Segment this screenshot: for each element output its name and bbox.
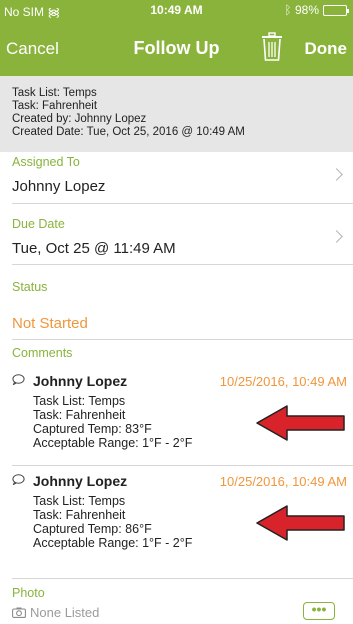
chevron-right-icon — [330, 168, 343, 181]
comment-line: Acceptable Range: 1°F - 2°F — [33, 536, 193, 550]
battery-percent: ᛒ 98% — [284, 3, 319, 17]
comment-body: Task List: Temps Task: Fahrenheit Captur… — [33, 394, 192, 450]
comments-label: Comments — [12, 346, 73, 360]
comment-item: Johnny Lopez 10/25/2016, 10:49 AM Task L… — [0, 366, 353, 464]
more-options-button[interactable]: ••• — [303, 602, 335, 620]
comment-line: Task: Fahrenheit — [33, 508, 126, 522]
comment-body: Task List: Temps Task: Fahrenheit Captur… — [33, 494, 192, 550]
photo-none-listed: None Listed — [30, 605, 100, 620]
assigned-to-value: Johnny Lopez — [12, 178, 106, 195]
assigned-to-label: Assigned To — [12, 155, 80, 169]
info-created-by: Created by: Johnny Lopez — [12, 113, 147, 125]
comment-line: Captured Temp: 83°F — [33, 422, 152, 436]
comment-line: Acceptable Range: 1°F - 2°F — [33, 436, 193, 450]
status-bar: No SIM ᯼ 10:49 AM ᛒ 98% — [0, 0, 353, 20]
due-date-label: Due Date — [12, 217, 65, 231]
trash-icon[interactable] — [260, 32, 284, 62]
due-date-row[interactable]: Due Date Tue, Oct 25 @ 11:49 AM — [0, 204, 353, 262]
status-value: Not Started — [12, 315, 88, 332]
comment-line: Task List: Temps — [33, 494, 126, 508]
nav-bar: Cancel Follow Up Done — [0, 20, 353, 76]
comments-header: Comments — [0, 340, 353, 364]
info-task: Task: Fahrenheit — [12, 100, 98, 112]
red-arrow-annotation — [256, 505, 345, 541]
camera-icon — [12, 607, 26, 618]
due-date-value: Tue, Oct 25 @ 11:49 AM — [12, 240, 176, 257]
info-created-date: Created Date: Tue, Oct 25, 2016 @ 10:49 … — [12, 126, 245, 138]
comment-item: Johnny Lopez 10/25/2016, 10:49 AM Task L… — [0, 466, 353, 564]
photo-row: Photo None Listed ••• — [0, 579, 353, 624]
comment-bubble-icon — [12, 374, 25, 385]
comment-timestamp: 10/25/2016, 10:49 AM — [219, 474, 347, 489]
done-button[interactable]: Done — [305, 39, 348, 59]
status-label: Status — [12, 280, 48, 294]
comment-bubble-icon — [12, 474, 25, 485]
photo-label: Photo — [12, 586, 45, 600]
chevron-right-icon — [330, 230, 343, 243]
comment-author: Johnny Lopez — [33, 373, 128, 389]
info-task-list: Task List: Temps — [12, 87, 97, 99]
assigned-to-row[interactable]: Assigned To Johnny Lopez — [0, 152, 353, 202]
status-row[interactable]: Status Not Started — [0, 265, 353, 339]
task-info-panel: Task List: Temps Task: Fahrenheit Create… — [0, 76, 353, 152]
comment-timestamp: 10/25/2016, 10:49 AM — [219, 374, 347, 389]
cancel-button[interactable]: Cancel — [6, 39, 59, 59]
battery-icon — [323, 5, 349, 16]
comment-line: Captured Temp: 86°F — [33, 522, 152, 536]
bluetooth-icon: ᛒ — [284, 3, 292, 17]
red-arrow-annotation — [256, 405, 345, 441]
comment-author: Johnny Lopez — [33, 473, 128, 489]
comment-line: Task List: Temps — [33, 394, 126, 408]
comment-line: Task: Fahrenheit — [33, 408, 126, 422]
